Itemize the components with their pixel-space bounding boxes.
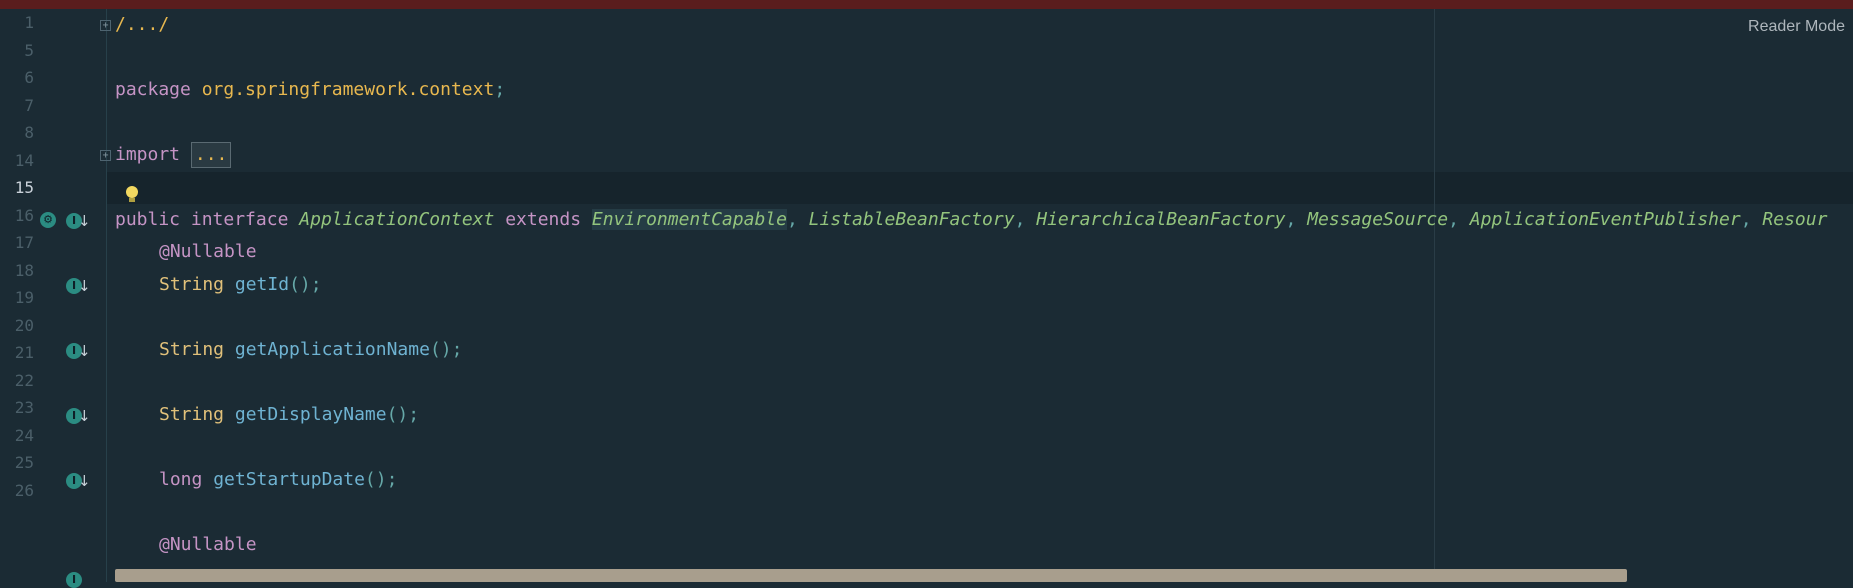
keyword: package xyxy=(115,79,191,100)
right-margin-guide xyxy=(1434,9,1435,582)
super-interface[interactable]: HierarchicalBeanFactory xyxy=(1036,209,1285,230)
code-line-25[interactable]: @Nullable xyxy=(159,529,257,561)
method-name[interactable]: getApplicationName xyxy=(235,339,430,360)
punctuation: (); xyxy=(289,274,322,295)
method-name[interactable]: getDisplayName xyxy=(235,404,387,425)
punctuation: (); xyxy=(429,339,463,360)
code-line-16[interactable]: @Nullable xyxy=(159,236,257,268)
separator: , xyxy=(1740,209,1763,230)
type-name: String xyxy=(159,404,225,425)
code-line-15[interactable]: public interface ApplicationContext exte… xyxy=(115,204,1827,236)
keyword: public xyxy=(115,209,181,230)
separator: , xyxy=(1285,209,1308,230)
lightbulb-icon[interactable] xyxy=(126,186,138,202)
fold-toggle-icon[interactable]: + xyxy=(100,20,111,31)
fold-toggle-icon[interactable]: + xyxy=(100,150,111,161)
code-line-19[interactable]: String getApplicationName(); xyxy=(159,334,462,366)
reader-mode-button[interactable]: Reader Mode xyxy=(1748,18,1845,36)
separator: , xyxy=(1014,209,1037,230)
package-name: org.springframework.context xyxy=(201,79,495,100)
code-line-1[interactable]: /.../ xyxy=(115,9,169,41)
current-line-highlight xyxy=(0,172,1853,204)
super-interface[interactable]: MessageSource xyxy=(1307,209,1448,230)
punctuation: ; xyxy=(494,79,506,100)
keyword: extends xyxy=(505,209,582,230)
keyword: import xyxy=(115,144,181,165)
horizontal-scrollbar[interactable] xyxy=(115,569,1627,582)
super-interface[interactable]: EnvironmentCapable xyxy=(591,209,787,230)
arrow-down-icon: ↓ xyxy=(78,472,91,490)
annotation: @Nullable xyxy=(159,534,257,555)
annotation: @Nullable xyxy=(159,241,257,262)
collapsed-header[interactable]: /.../ xyxy=(115,14,169,35)
collapsed-imports[interactable]: ... xyxy=(190,142,232,168)
type-name: long xyxy=(159,469,203,490)
arrow-down-icon: ↓ xyxy=(78,212,91,230)
arrow-down-icon: ↓ xyxy=(78,342,91,360)
code-line-17[interactable]: String getId(); xyxy=(159,269,322,301)
arrow-down-icon: ↓ xyxy=(78,407,91,425)
super-interface[interactable]: ListableBeanFactory xyxy=(809,209,1015,230)
code-line-6[interactable]: package org.springframework.context; xyxy=(115,74,505,106)
punctuation: (); xyxy=(364,469,398,490)
super-interface[interactable]: ApplicationEventPublisher xyxy=(1470,209,1741,230)
code-line-23[interactable]: long getStartupDate(); xyxy=(159,464,397,496)
separator: , xyxy=(786,209,809,230)
type-name: String xyxy=(159,339,225,360)
type-name: String xyxy=(159,274,225,295)
interface-name[interactable]: ApplicationContext xyxy=(299,209,494,230)
method-name[interactable]: getId xyxy=(235,274,289,295)
implemented-by-icon[interactable]: ⚙ xyxy=(40,212,56,228)
separator: , xyxy=(1448,209,1470,230)
keyword: interface xyxy=(190,209,289,230)
punctuation: (); xyxy=(386,404,420,425)
implementation-icon[interactable]: I xyxy=(66,572,82,588)
method-name[interactable]: getStartupDate xyxy=(213,469,365,490)
arrow-down-icon: ↓ xyxy=(78,277,91,295)
top-tab-bar xyxy=(0,0,1853,9)
code-line-21[interactable]: String getDisplayName(); xyxy=(159,399,419,431)
code-line-8[interactable]: import ... xyxy=(115,139,232,171)
super-interface[interactable]: Resour xyxy=(1762,209,1827,230)
line-number[interactable]: 26 xyxy=(0,475,34,507)
